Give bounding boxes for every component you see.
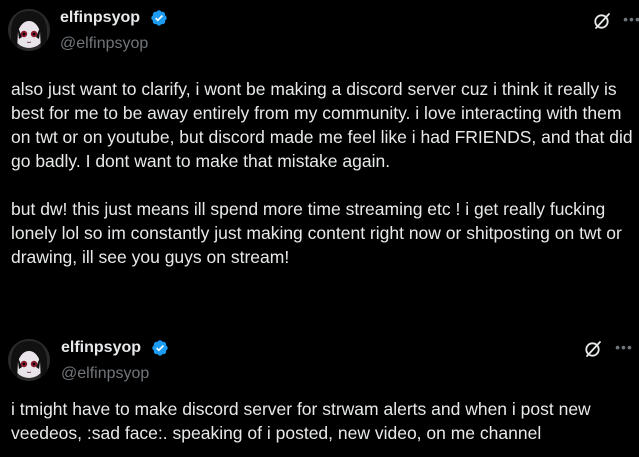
more-options-icon[interactable]: ••• (614, 337, 634, 357)
tweet-text: also just want to clarify, i wont be mak… (11, 79, 633, 267)
avatar-image (8, 339, 50, 381)
avatar[interactable] (8, 339, 50, 381)
verified-badge-icon[interactable] (150, 9, 168, 27)
display-name[interactable]: elfinpsyop (60, 9, 140, 27)
tweet[interactable]: elfinpsyop @elfinpsyop ••• also just wan… (0, 0, 639, 330)
tweet[interactable]: elfinpsyop @elfinpsyop ••• i tmight have… (0, 330, 639, 457)
user-handle[interactable]: @elfinpsyop (60, 35, 148, 53)
grok-icon[interactable] (592, 11, 612, 31)
more-options-icon[interactable]: ••• (622, 9, 639, 29)
grok-icon[interactable] (583, 339, 603, 359)
tweet-text: i tmight have to make discord server for… (11, 399, 596, 443)
verified-badge-icon[interactable] (151, 339, 169, 357)
avatar-image (8, 9, 50, 51)
avatar[interactable] (8, 9, 50, 51)
user-handle[interactable]: @elfinpsyop (61, 365, 149, 383)
display-name[interactable]: elfinpsyop (61, 339, 141, 357)
